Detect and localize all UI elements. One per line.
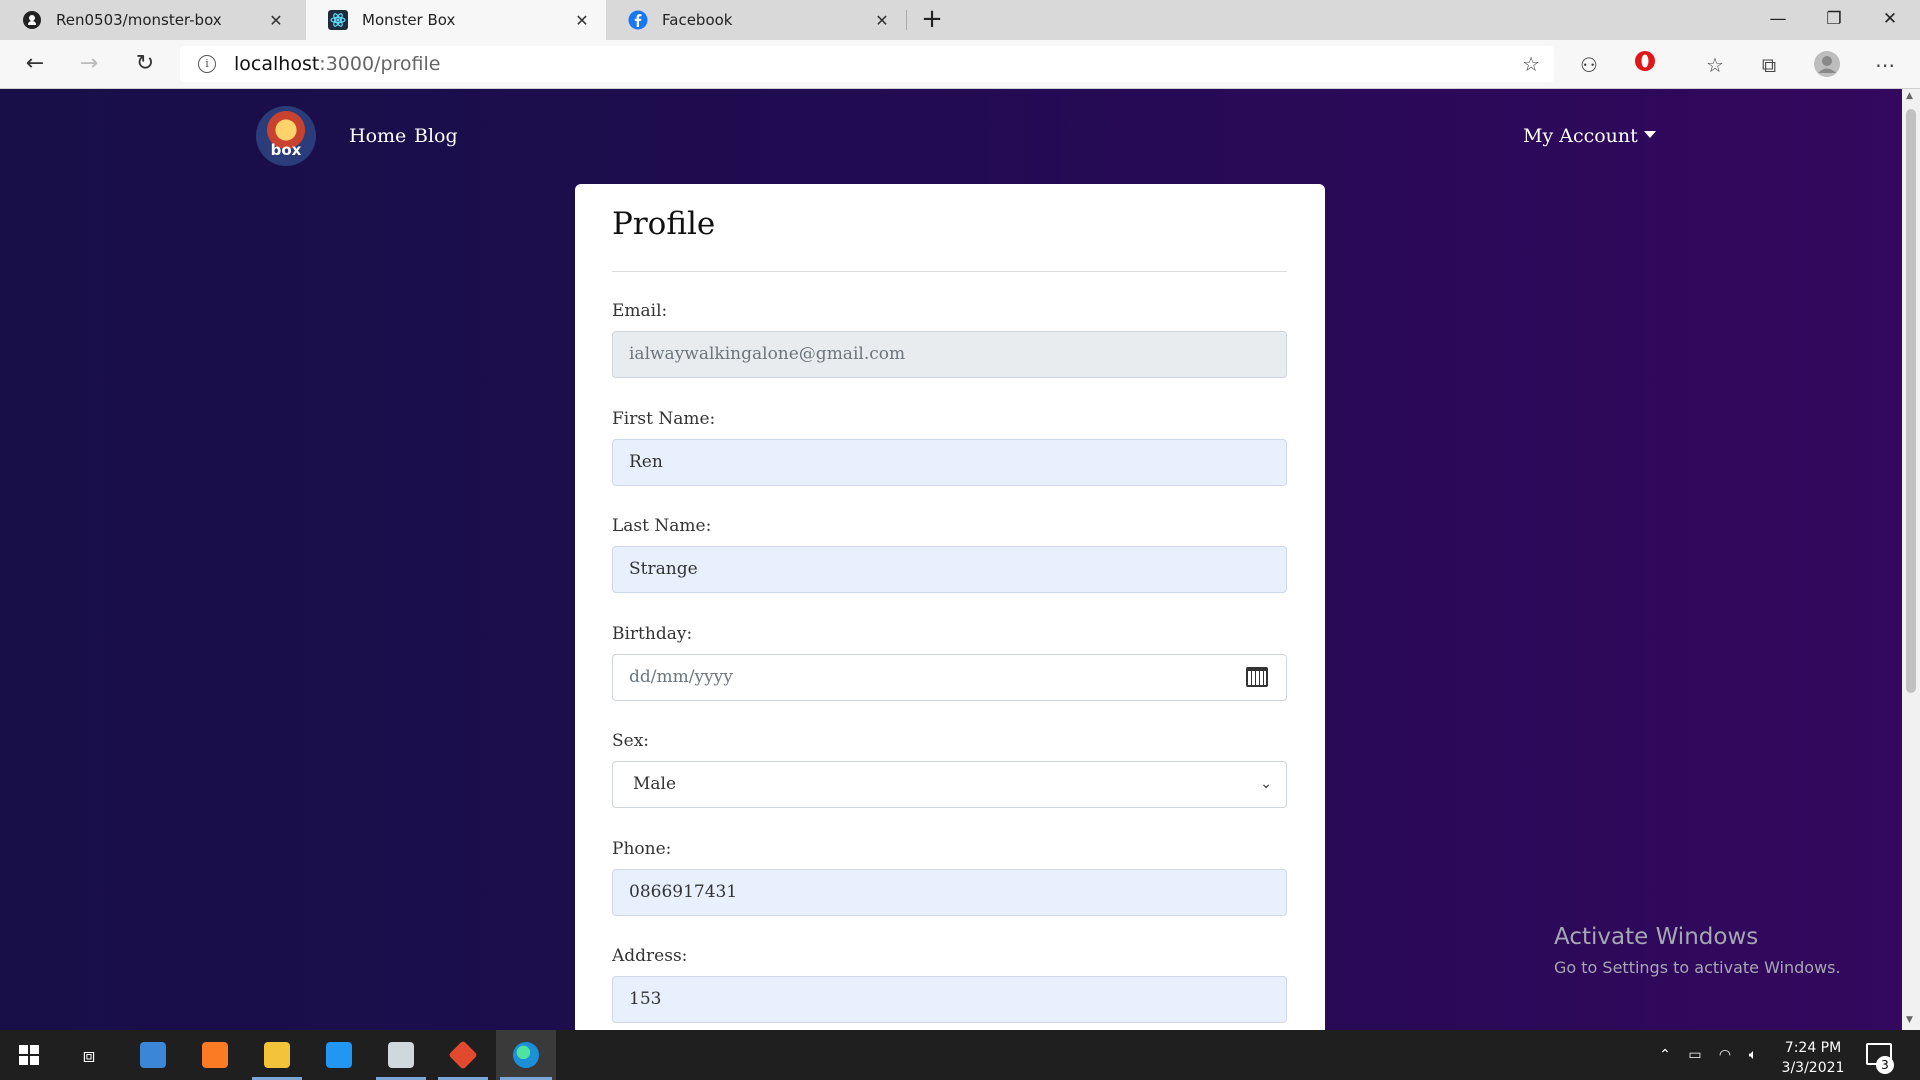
add-favorite-icon[interactable]: ☆ bbox=[1522, 52, 1540, 76]
github-icon bbox=[23, 11, 41, 29]
site-logo-text: box bbox=[270, 141, 302, 159]
windows-icon bbox=[19, 1045, 39, 1065]
chevron-up-icon[interactable]: ⌃ bbox=[1652, 1030, 1678, 1080]
page-scrollbar[interactable]: ▲ ▼ bbox=[1902, 89, 1920, 1030]
page-title: Profile bbox=[612, 206, 716, 242]
close-window-icon[interactable]: ✕ bbox=[1862, 0, 1918, 40]
sex-label: Sex: bbox=[612, 731, 650, 751]
tab-facebook[interactable]: Facebook ✕ bbox=[606, 0, 906, 40]
volume-icon[interactable]: 🔈︎ bbox=[1740, 1030, 1766, 1080]
close-icon[interactable]: ✕ bbox=[572, 11, 592, 30]
first-name-field[interactable]: Ren bbox=[612, 439, 1287, 486]
calendar-icon[interactable] bbox=[1246, 667, 1268, 687]
my-account-label: My Account bbox=[1523, 125, 1638, 147]
birthday-field[interactable]: dd/mm/yyyy bbox=[612, 654, 1287, 701]
start-button[interactable] bbox=[0, 1030, 58, 1080]
task-view-icon: ⧈ bbox=[82, 1043, 96, 1067]
refresh-icon[interactable]: ↻ bbox=[128, 48, 162, 80]
xampp-icon bbox=[202, 1042, 228, 1068]
phone-field[interactable]: 0866917431 bbox=[612, 869, 1287, 916]
scroll-up-icon[interactable]: ▲ bbox=[1906, 91, 1913, 101]
url-host: localhost bbox=[234, 53, 320, 75]
taskbar-app-vscode[interactable] bbox=[310, 1030, 368, 1080]
sex-selected-value: Male bbox=[633, 774, 677, 794]
tab-separator bbox=[906, 10, 907, 30]
forward-arrow-icon[interactable]: → bbox=[72, 48, 106, 80]
contact-card-icon bbox=[140, 1042, 166, 1068]
react-icon bbox=[328, 10, 348, 30]
phone-label: Phone: bbox=[612, 839, 672, 859]
caret-down-icon bbox=[1643, 130, 1656, 138]
site-logo[interactable]: box bbox=[256, 106, 316, 166]
printer-icon bbox=[388, 1042, 414, 1068]
address-field[interactable]: 153 bbox=[612, 976, 1287, 1023]
taskbar-app-xampp[interactable] bbox=[186, 1030, 244, 1080]
battery-icon[interactable]: ▭ bbox=[1682, 1030, 1708, 1080]
last-name-label: Last Name: bbox=[612, 516, 712, 536]
git-icon bbox=[448, 1040, 478, 1070]
birthday-label: Birthday: bbox=[612, 624, 693, 644]
folder-icon bbox=[264, 1042, 290, 1068]
extension-icon[interactable]: ⚇ bbox=[1574, 50, 1604, 80]
watermark-title: Activate Windows bbox=[1554, 924, 1759, 950]
back-arrow-icon[interactable]: ← bbox=[18, 48, 52, 80]
email-label: Email: bbox=[612, 301, 668, 321]
last-name-field[interactable]: Strange bbox=[612, 546, 1287, 593]
opera-extension-icon[interactable] bbox=[1630, 50, 1660, 80]
tab-monster-box-title: Monster Box bbox=[362, 11, 456, 29]
tab-facebook-title: Facebook bbox=[662, 11, 733, 29]
taskbar-app-contacts[interactable] bbox=[124, 1030, 182, 1080]
new-tab-button[interactable]: + bbox=[916, 4, 948, 36]
edge-icon bbox=[513, 1042, 539, 1068]
browser-tab-bar: Ren0503/monster-box ✕ Monster Box ✕ Face… bbox=[0, 0, 1920, 40]
address-label: Address: bbox=[612, 946, 688, 966]
taskbar-clock[interactable]: 7:24 PM 3/3/2021 bbox=[1768, 1038, 1858, 1078]
clock-time: 7:24 PM bbox=[1784, 1040, 1842, 1056]
birthday-placeholder: dd/mm/yyyy bbox=[629, 667, 733, 687]
address-bar[interactable]: i localhost:3000/profile ☆ bbox=[180, 46, 1554, 82]
favorites-icon[interactable]: ☆ bbox=[1700, 50, 1730, 80]
close-icon[interactable]: ✕ bbox=[266, 11, 286, 30]
url-path: :3000/profile bbox=[319, 53, 441, 75]
scroll-down-icon[interactable]: ▼ bbox=[1906, 1015, 1913, 1025]
browser-toolbar: ← → ↻ i localhost:3000/profile ☆ ⚇ ☆ ⧉ ⋯ bbox=[0, 40, 1920, 89]
wifi-icon[interactable]: ◠ bbox=[1712, 1030, 1738, 1080]
sex-select[interactable]: Male ⌄ bbox=[612, 761, 1287, 808]
taskbar-app-git[interactable] bbox=[434, 1030, 492, 1080]
url-text[interactable]: localhost:3000/profile bbox=[234, 53, 440, 75]
page-content: box Home Blog My Account Profile Email: … bbox=[0, 89, 1902, 1030]
profile-avatar-icon[interactable] bbox=[1812, 50, 1842, 80]
watermark-subtitle: Go to Settings to activate Windows. bbox=[1554, 958, 1841, 977]
facebook-icon bbox=[628, 10, 648, 30]
taskbar-app-edge[interactable] bbox=[496, 1030, 556, 1080]
notification-badge: 3 bbox=[1876, 1056, 1894, 1074]
tab-github[interactable]: Ren0503/monster-box ✕ bbox=[0, 0, 300, 40]
divider bbox=[612, 271, 1287, 272]
windows-taskbar: ⧈ ⌃ ▭ ◠ 🔈︎ 7:24 PM 3/3/2021 3 bbox=[0, 1030, 1920, 1080]
nav-home-link[interactable]: Home bbox=[349, 125, 406, 147]
scroll-thumb[interactable] bbox=[1906, 109, 1916, 693]
profile-card: Profile Email: ialwaywalkingalone@gmail.… bbox=[575, 184, 1325, 1030]
close-icon[interactable]: ✕ bbox=[872, 11, 892, 30]
nav-blog-link[interactable]: Blog bbox=[414, 125, 458, 147]
restore-icon[interactable]: ❐ bbox=[1806, 0, 1862, 40]
my-account-dropdown[interactable]: My Account bbox=[1523, 125, 1656, 147]
taskbar-app-printer[interactable] bbox=[372, 1030, 430, 1080]
vscode-icon bbox=[326, 1042, 352, 1068]
collections-icon[interactable]: ⧉ bbox=[1754, 50, 1784, 80]
activate-windows-watermark: Activate Windows Go to Settings to activ… bbox=[1554, 924, 1841, 977]
task-view-button[interactable]: ⧈ bbox=[60, 1030, 118, 1080]
taskbar-app-explorer[interactable] bbox=[248, 1030, 306, 1080]
tab-monster-box[interactable]: Monster Box ✕ bbox=[306, 0, 606, 40]
info-icon[interactable]: i bbox=[198, 55, 216, 73]
minimize-icon[interactable]: — bbox=[1750, 0, 1806, 40]
first-name-label: First Name: bbox=[612, 409, 716, 429]
more-options-icon[interactable]: ⋯ bbox=[1870, 50, 1900, 80]
email-field: ialwaywalkingalone@gmail.com bbox=[612, 331, 1287, 378]
tab-github-title: Ren0503/monster-box bbox=[56, 11, 222, 29]
clock-date: 3/3/2021 bbox=[1781, 1060, 1845, 1076]
chevron-down-icon: ⌄ bbox=[1260, 776, 1272, 792]
